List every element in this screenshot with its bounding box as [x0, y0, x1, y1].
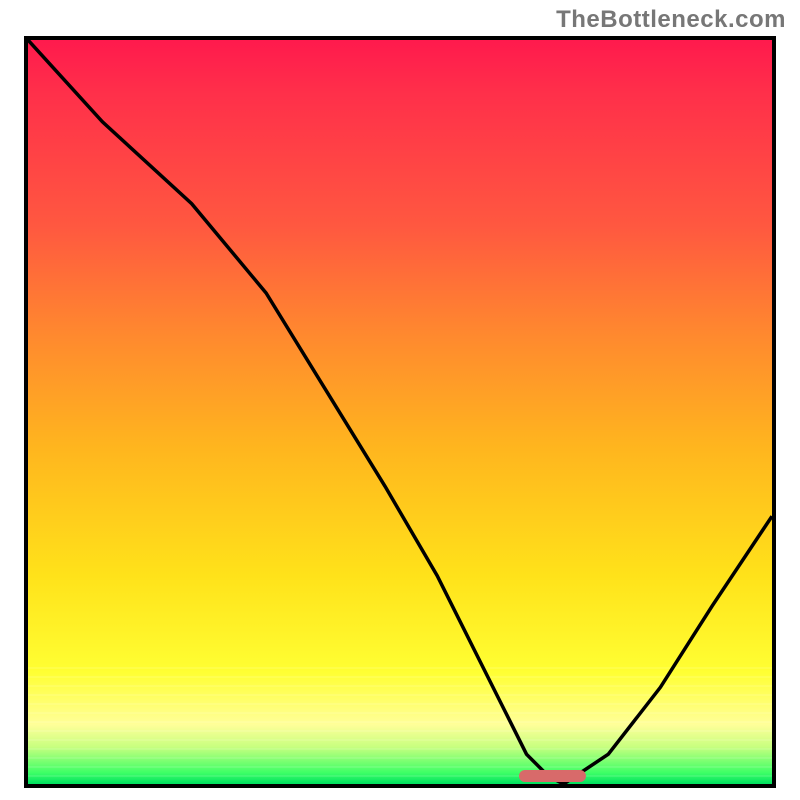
chart-plot-area	[24, 36, 776, 788]
curve-path	[28, 40, 772, 784]
watermark-text: TheBottleneck.com	[556, 6, 786, 34]
bottleneck-curve	[28, 40, 772, 784]
optimal-range-marker	[519, 770, 586, 782]
